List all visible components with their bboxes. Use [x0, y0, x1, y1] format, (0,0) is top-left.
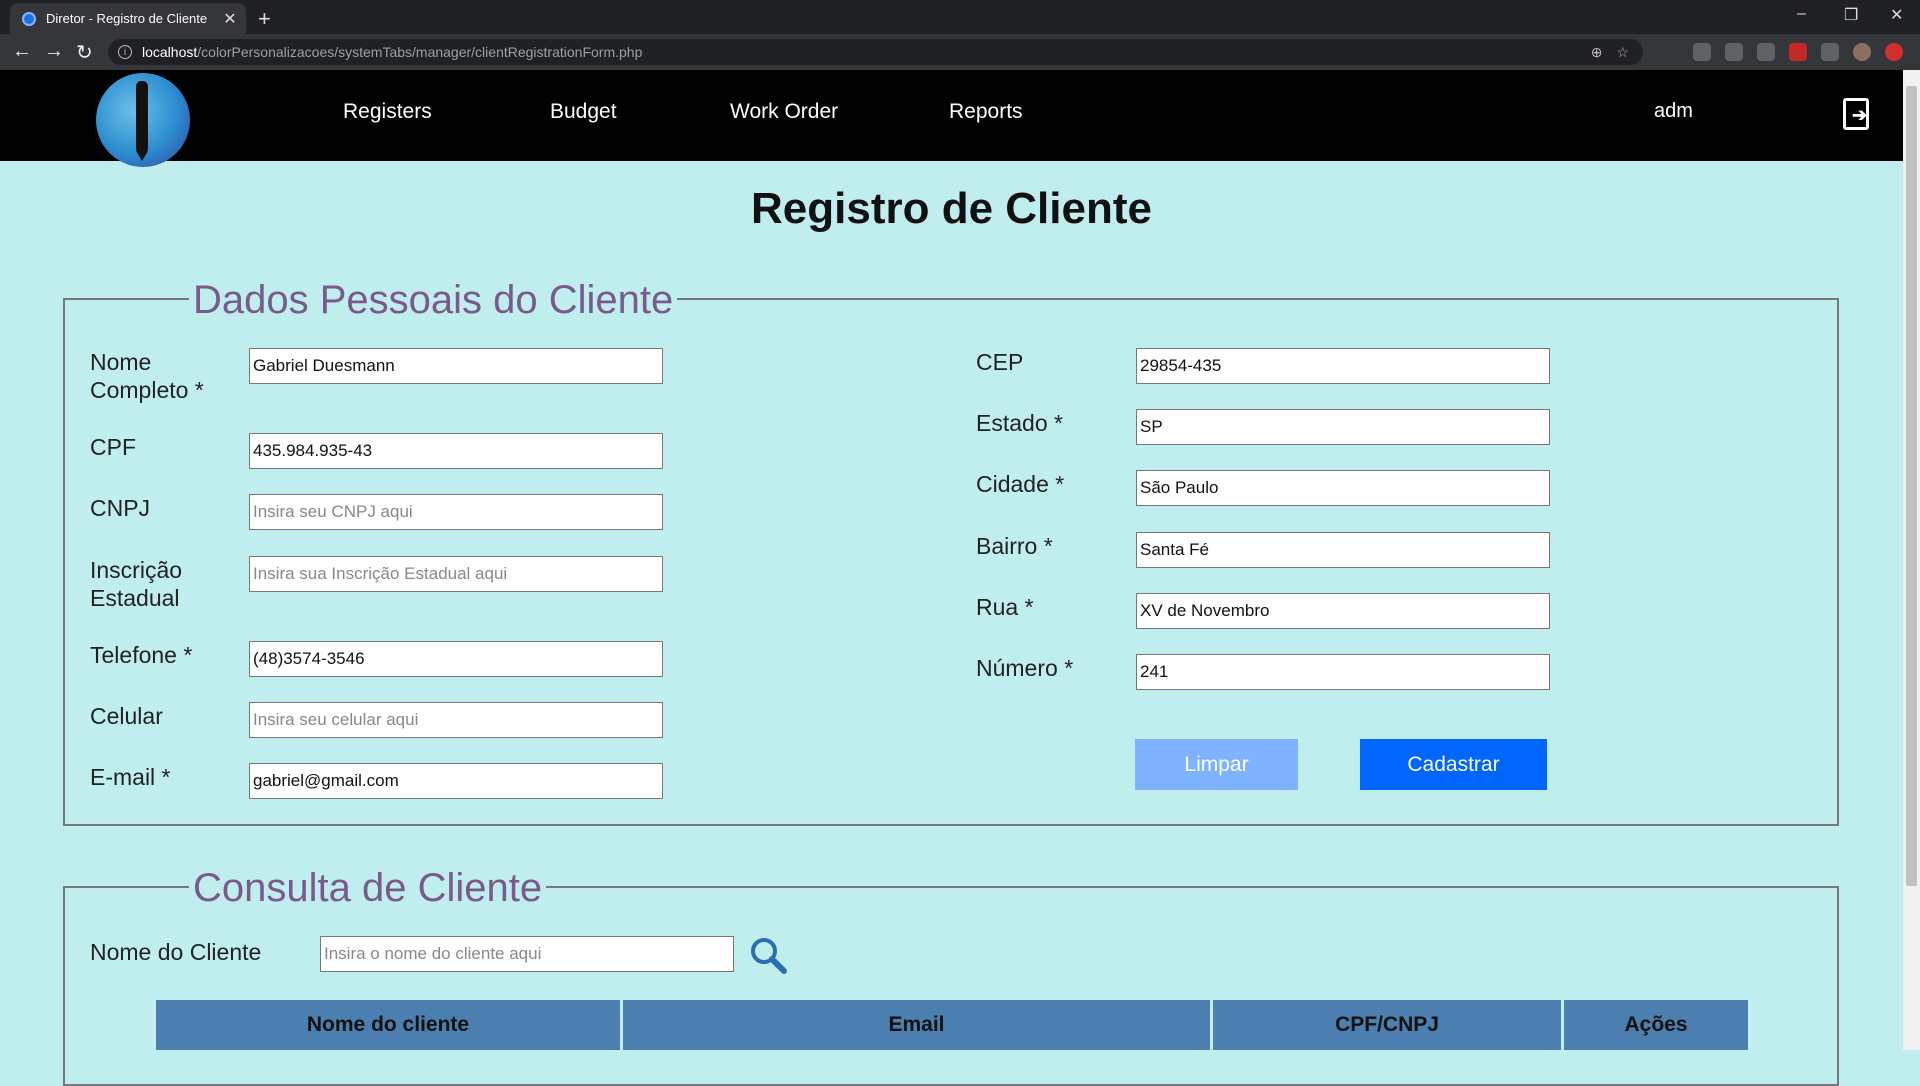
cep-label: CEP — [976, 349, 1024, 375]
column-header-client-name[interactable]: Nome do cliente — [156, 1000, 623, 1050]
personal-data-legend: Dados Pessoais do Cliente — [189, 278, 678, 323]
column-header-email[interactable]: Email — [623, 1000, 1213, 1050]
new-tab-button[interactable]: + — [258, 6, 271, 32]
cpf-input[interactable] — [249, 433, 663, 469]
client-query-legend: Consulta de Cliente — [189, 866, 547, 911]
restore-icon[interactable]: ❐ — [1844, 5, 1858, 25]
cnpj-label: CNPJ — [90, 495, 151, 521]
state-label: Estado * — [976, 410, 1063, 436]
client-name-label: Nome do Cliente — [90, 939, 262, 965]
minimize-icon[interactable]: – — [1797, 5, 1806, 23]
cep-input[interactable] — [1136, 348, 1550, 384]
state-input[interactable] — [1136, 409, 1550, 445]
full-name-input[interactable] — [249, 348, 663, 384]
url-field[interactable]: i localhost/colorPersonalizacoes/systemT… — [108, 39, 1643, 65]
pen-icon — [136, 81, 148, 151]
nav-reports[interactable]: Reports — [949, 100, 1023, 124]
scrollbar[interactable] — [1903, 70, 1920, 1050]
phone-input[interactable] — [249, 641, 663, 677]
browser-tab[interactable]: Diretor - Registro de Cliente ✕ — [10, 3, 246, 34]
email-label: E-mail * — [90, 764, 171, 790]
site-info-icon[interactable]: i — [118, 45, 132, 59]
profile-avatar[interactable] — [1853, 43, 1871, 61]
favicon-icon — [22, 11, 36, 26]
nav-budget[interactable]: Budget — [550, 100, 617, 124]
mobile-label: Celular — [90, 703, 163, 729]
nav-registers[interactable]: Registers — [343, 100, 432, 124]
browser-tab-bar: Diretor - Registro de Cliente ✕ + – ❐ ✕ — [0, 0, 1920, 34]
extension-icon[interactable] — [1789, 43, 1807, 61]
logo[interactable] — [96, 73, 190, 167]
user-name[interactable]: adm — [1654, 100, 1693, 123]
extension-icon[interactable] — [1725, 43, 1743, 61]
phone-label: Telefone * — [90, 642, 193, 668]
close-window-icon[interactable]: ✕ — [1890, 5, 1903, 25]
scrollbar-thumb[interactable] — [1906, 86, 1917, 886]
number-label: Número * — [976, 655, 1074, 681]
district-input[interactable] — [1136, 532, 1550, 568]
column-header-actions[interactable]: Ações — [1564, 1000, 1748, 1050]
address-bar: ← → ↻ i localhost/colorPersonalizacoes/s… — [0, 34, 1920, 70]
url-host: localhost — [142, 44, 198, 60]
cpf-label: CPF — [90, 434, 136, 460]
city-label: Cidade * — [976, 471, 1065, 497]
zoom-icon[interactable]: ⊕ — [1591, 44, 1603, 61]
number-input[interactable] — [1136, 654, 1550, 690]
tab-title: Diretor - Registro de Cliente — [46, 11, 208, 26]
back-icon[interactable]: ← — [12, 40, 32, 63]
client-search-input[interactable] — [320, 936, 734, 972]
mobile-input[interactable] — [249, 702, 663, 738]
city-input[interactable] — [1136, 470, 1550, 506]
bookmark-star-icon[interactable]: ☆ — [1616, 44, 1629, 61]
extension-icon[interactable] — [1693, 43, 1711, 61]
state-registration-label: Inscrição Estadual — [90, 557, 183, 611]
street-label: Rua * — [976, 594, 1034, 620]
column-header-cpf-cnpj[interactable]: CPF/CNPJ — [1213, 1000, 1564, 1050]
clear-button[interactable]: Limpar — [1135, 739, 1298, 790]
client-query-section: Consulta de Cliente — [63, 866, 1839, 1086]
page-title: Registro de Cliente — [751, 184, 1152, 233]
cnpj-input[interactable] — [249, 494, 663, 530]
state-registration-input[interactable] — [249, 556, 663, 592]
url-path: /colorPersonalizacoes/systemTabs/manager… — [197, 44, 643, 60]
reload-icon[interactable]: ↻ — [76, 40, 93, 65]
update-icon[interactable] — [1885, 43, 1903, 61]
extension-icon[interactable] — [1757, 43, 1775, 61]
pen-tip — [136, 151, 148, 161]
full-name-label: Nome Completo * — [90, 349, 204, 403]
client-table-header: Nome do cliente Email CPF/CNPJ Ações — [156, 1000, 1748, 1050]
street-input[interactable] — [1136, 593, 1550, 629]
puzzle-icon[interactable] — [1821, 43, 1839, 61]
email-input[interactable] — [249, 763, 663, 799]
submit-button[interactable]: Cadastrar — [1360, 739, 1547, 790]
forward-icon[interactable]: → — [44, 40, 64, 63]
logout-icon[interactable]: ➔ — [1843, 98, 1869, 130]
tab-close-icon[interactable]: ✕ — [220, 9, 240, 29]
district-label: Bairro * — [976, 533, 1053, 559]
search-icon[interactable] — [748, 935, 788, 975]
nav-work-order[interactable]: Work Order — [730, 100, 838, 124]
